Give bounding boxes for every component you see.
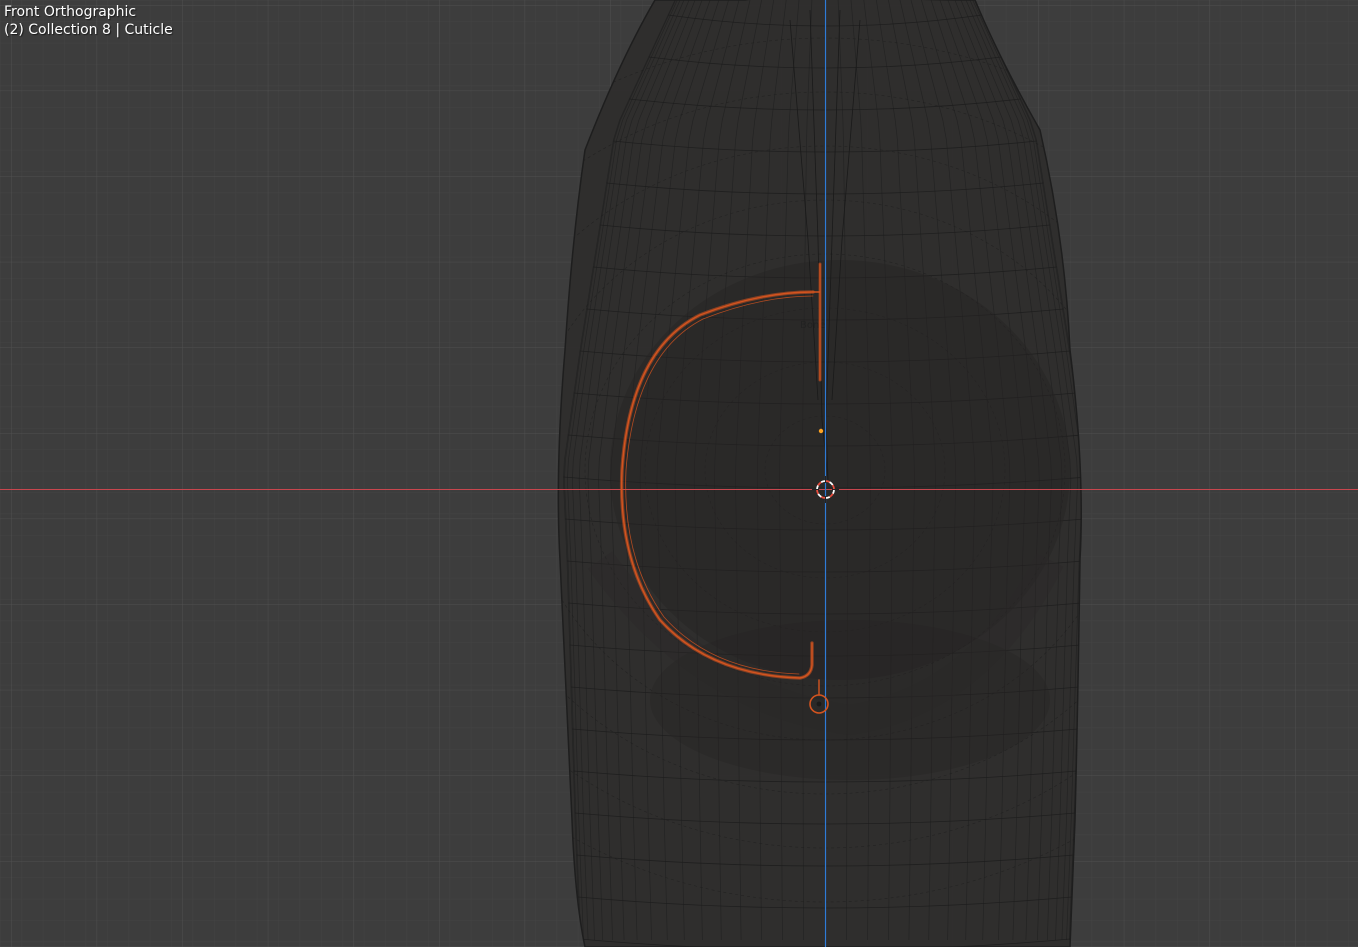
viewport-scene[interactable]: Bone: [0, 0, 1358, 947]
origin-point[interactable]: [818, 428, 824, 434]
3d-viewport[interactable]: Bone Front Orthographic (2) Collection 8…: [0, 0, 1358, 947]
bone-label: Bone: [800, 320, 825, 331]
collection-info-label: (2) Collection 8 | Cuticle: [4, 22, 173, 38]
view-name-label: Front Orthographic: [4, 4, 137, 20]
